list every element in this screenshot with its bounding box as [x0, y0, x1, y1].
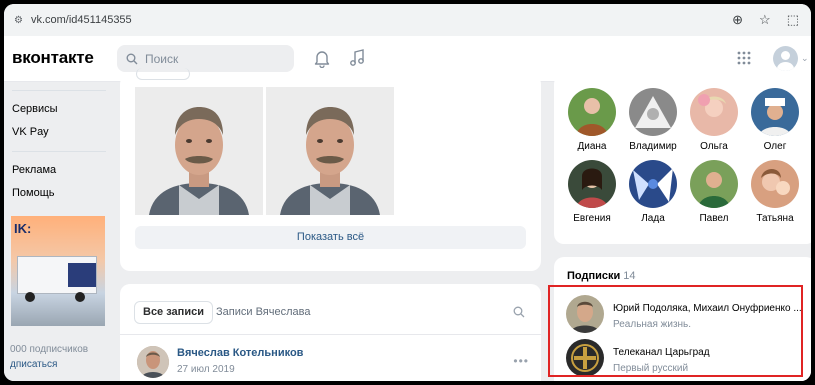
friend-name: Ольга [700, 141, 728, 152]
browser-address-bar[interactable]: ⚙ vk.com/id451145355 ⊕ ☆ ⬚ [4, 4, 811, 36]
friend-avatar [751, 160, 799, 208]
nav-item-services[interactable]: Сервисы [12, 103, 58, 115]
ad-brand-logo: IK: [14, 221, 32, 236]
friend-name: Владимир [629, 141, 677, 152]
subscriptions-count: 14 [623, 270, 636, 282]
nav-divider [12, 151, 106, 152]
profile-menu[interactable]: ⌄ [773, 46, 809, 71]
friend-item[interactable]: Владимир [623, 88, 683, 152]
friend-avatar [690, 160, 738, 208]
friend-avatar [568, 160, 616, 208]
show-all-photos-button[interactable]: Показать всё [135, 226, 526, 249]
photos-tab-stub[interactable] [136, 68, 190, 80]
apps-grid-icon[interactable] [737, 51, 751, 65]
ad-banner[interactable]: IK: [11, 216, 105, 326]
vk-logo[interactable]: вконтакте [12, 48, 94, 68]
friend-name: Павел [699, 213, 729, 224]
zoom-icon[interactable]: ⊕ [732, 12, 743, 28]
nav-item-help[interactable]: Помощь [12, 187, 55, 199]
friend-item[interactable]: Олег [745, 88, 805, 152]
truck-image [17, 256, 97, 294]
url-text[interactable]: vk.com/id451145355 [31, 14, 132, 26]
friend-item[interactable]: Ольга [684, 88, 744, 152]
friend-item[interactable]: Диана [562, 88, 622, 152]
friend-avatar [751, 88, 799, 136]
nav-item-vkpay[interactable]: VK Pay [12, 126, 49, 138]
portrait-image [266, 87, 394, 215]
wall-search-icon[interactable] [513, 306, 525, 318]
subscriptions-title[interactable]: Подписки 14 [567, 270, 636, 282]
site-settings-icon[interactable]: ⚙ [14, 15, 23, 26]
wall-divider [120, 334, 541, 335]
profile-photo[interactable] [266, 87, 394, 215]
friend-item[interactable]: Евгения [562, 160, 622, 224]
browser-window: ⚙ vk.com/id451145355 ⊕ ☆ ⬚ вконтакте Пои… [4, 4, 811, 381]
ad-subscribe-link[interactable]: дписаться [10, 359, 57, 370]
bookmark-star-icon[interactable]: ☆ [759, 12, 771, 28]
tab-owner-posts[interactable]: Записи Вячеслава [216, 301, 310, 324]
tab-all-posts[interactable]: Все записи [134, 301, 213, 324]
notifications-bell-icon[interactable] [314, 50, 330, 68]
extensions-icon[interactable]: ⬚ [787, 12, 799, 28]
friends-card: Диана Владимир Ольга Олег Евгения Лада П… [554, 74, 811, 244]
chevron-down-icon: ⌄ [801, 53, 809, 63]
portrait-image [135, 87, 263, 215]
photos-card: Показать всё [120, 68, 541, 271]
friend-item[interactable]: Татьяна [745, 160, 805, 224]
friend-item[interactable]: Павел [684, 160, 744, 224]
post-more-icon[interactable]: ••• [513, 354, 529, 368]
nav-divider [12, 90, 106, 91]
friend-avatar [690, 88, 738, 136]
nav-item-ads[interactable]: Реклама [12, 164, 56, 176]
left-nav: Сервисы VK Pay Реклама Помощь IK: 000 по… [4, 82, 116, 381]
truck-wheel [25, 292, 35, 302]
post-date[interactable]: 27 июл 2019 [177, 364, 235, 375]
friend-avatar [629, 160, 677, 208]
friend-name: Диана [577, 141, 607, 152]
post-author-name[interactable]: Вячеслав Котельников [177, 347, 303, 359]
profile-photo[interactable] [135, 87, 263, 215]
author-photo [137, 346, 169, 378]
truck-wheel [75, 292, 85, 302]
friend-avatar [568, 88, 616, 136]
music-icon[interactable] [349, 49, 365, 67]
friend-name: Евгения [573, 213, 611, 224]
highlight-annotation [548, 285, 803, 377]
post-author-avatar[interactable] [137, 346, 169, 378]
friend-name: Лада [641, 213, 665, 224]
friend-name: Татьяна [756, 213, 794, 224]
search-placeholder: Поиск [145, 51, 179, 66]
ad-subscribers: 000 подписчиков [10, 344, 89, 355]
friend-avatar [629, 88, 677, 136]
search-icon [126, 53, 138, 64]
friend-item[interactable]: Лада [623, 160, 683, 224]
friend-name: Олег [763, 141, 787, 152]
user-avatar [773, 46, 798, 71]
wall-card: Все записи Записи Вячеслава Вячеслав Кот… [120, 284, 541, 381]
